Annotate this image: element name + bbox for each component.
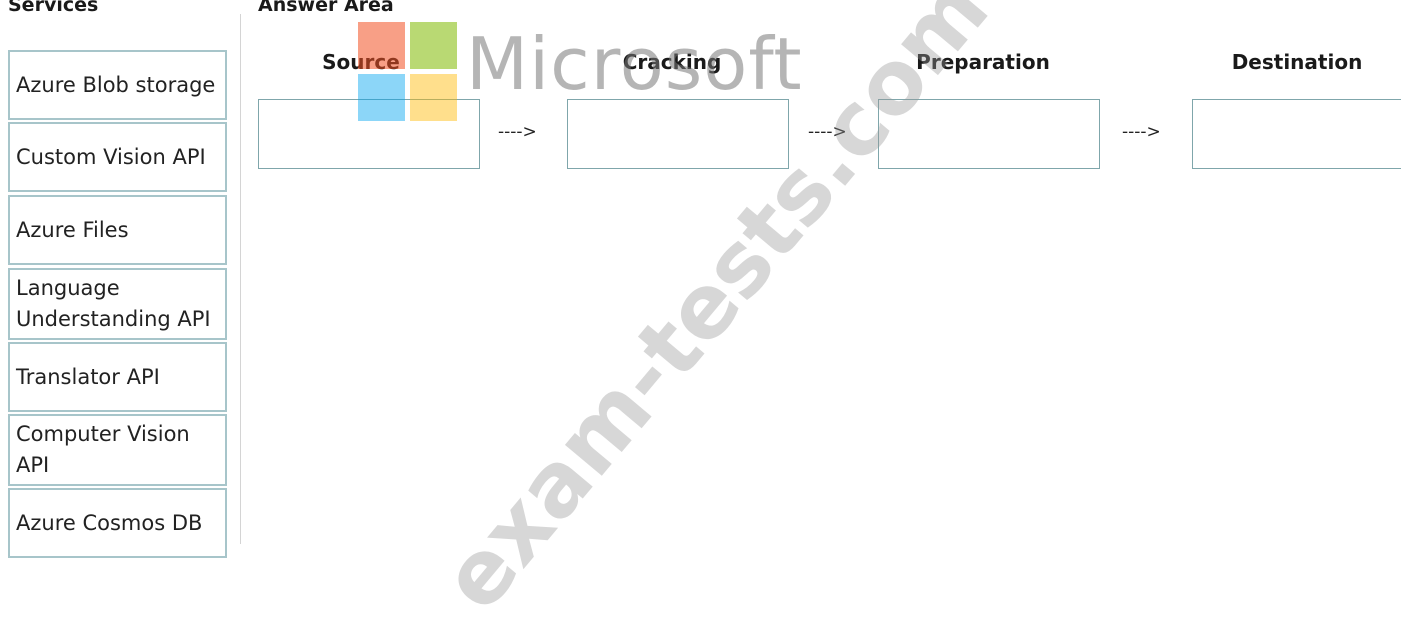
logo-square-yellow [410,74,457,121]
service-item-label: Azure Blob storage [16,72,216,97]
logo-square-red [358,22,405,69]
drop-target-cracking[interactable] [567,99,789,169]
drop-target-destination[interactable] [1192,99,1401,169]
service-item-label: Azure Cosmos DB [16,510,203,535]
service-item-label: Custom Vision API [16,144,206,169]
service-item-language-understanding-api[interactable]: Language Understanding API [8,268,227,340]
service-item-translator-api[interactable]: Translator API [8,342,227,412]
arrow-connector: ----> [498,122,537,142]
services-heading: Services [8,0,99,16]
service-item-label: Language Understanding API [16,276,211,331]
answer-area-heading: Answer Area [258,0,394,16]
service-item-computer-vision-api[interactable]: Computer Vision API [8,414,227,486]
service-item-azure-blob-storage[interactable]: Azure Blob storage [8,50,227,120]
logo-square-blue [358,74,405,121]
panel-divider [240,14,241,544]
service-item-label: Computer Vision API [16,422,190,477]
services-panel: Services Azure Blob storage Custom Visio… [0,0,241,558]
service-item-label: Azure Files [16,217,129,242]
service-item-label: Translator API [16,364,160,389]
watermark-brand: Microsoft [466,22,803,106]
arrow-connector: ----> [1122,122,1161,142]
service-item-custom-vision-api[interactable]: Custom Vision API [8,122,227,192]
service-item-azure-files[interactable]: Azure Files [8,195,227,265]
stage-title-destination: Destination [1231,50,1363,74]
logo-square-green [410,22,457,69]
service-item-azure-cosmos-db[interactable]: Azure Cosmos DB [8,488,227,558]
